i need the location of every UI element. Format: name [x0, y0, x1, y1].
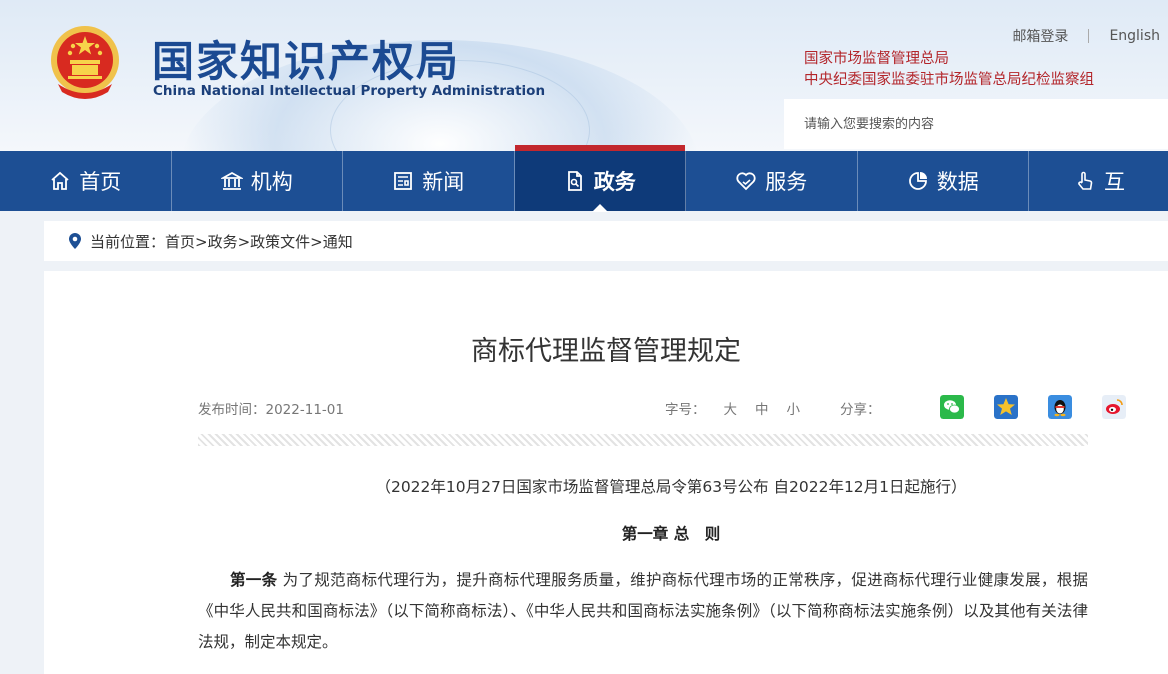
breadcrumb-prefix: 当前位置：: [90, 232, 166, 251]
top-links: 邮箱登录 English: [1012, 26, 1160, 46]
article-title: 商标代理监督管理规定: [471, 336, 741, 367]
font-large-button[interactable]: 大: [724, 402, 738, 418]
site-logo-chinese[interactable]: 国家知识产权局: [152, 28, 460, 89]
search-input[interactable]: [784, 99, 1144, 149]
nav-item-service[interactable]: 服务: [686, 151, 858, 211]
nav-label: 服务: [765, 170, 808, 194]
breadcrumb-path[interactable]: 首页>政务>政策文件>通知: [165, 231, 353, 252]
english-link[interactable]: English: [1109, 28, 1160, 44]
top-links-divider: [1088, 29, 1090, 43]
site-header: 国家知识产权局 China National Intellectual Prop…: [0, 0, 1168, 151]
article-content: 商标代理监督管理规定 发布时间：2022-11-01 字号： 大 中 小 分享： （2…: [44, 271, 1168, 674]
nav-item-institution[interactable]: 机构: [172, 151, 343, 211]
search-box: [784, 99, 1168, 149]
location-pin-icon: [69, 233, 81, 249]
nav-label: 互: [1104, 170, 1125, 194]
breadcrumb: 当前位置： 首页>政务>政策文件>通知: [44, 221, 1168, 261]
home-icon: [51, 171, 69, 190]
chapter-heading: 第一章 总 则: [621, 525, 721, 543]
main-nav: 首页 机构 新闻 政务 服务 数据 互: [0, 145, 1168, 212]
font-size-label: 字号：: [665, 402, 706, 418]
qq-penguin-icon[interactable]: [1048, 395, 1072, 419]
admin-line-2: 中央纪委国家监委驻市场监管总局纪检监察组: [804, 72, 1094, 88]
weibo-icon[interactable]: [1102, 395, 1126, 419]
site-logo-english[interactable]: China National Intellectual Property Adm…: [153, 83, 545, 99]
nav-label: 新闻: [422, 170, 465, 194]
nav-label: 机构: [250, 170, 293, 194]
nav-item-interaction[interactable]: 互: [1029, 151, 1168, 211]
wechat-icon[interactable]: [940, 395, 964, 419]
article-clause-label: 第一条: [230, 571, 278, 589]
news-icon: [394, 172, 413, 190]
article-paragraph: 第一条 为了规范商标代理行为，提升商标代理服务质量，维护商标代理市场的正常秩序，…: [198, 565, 1088, 658]
nav-item-data[interactable]: 数据: [858, 151, 1029, 211]
institution-icon: [220, 171, 243, 190]
font-medium-button[interactable]: 中: [755, 402, 769, 418]
admin-line-1: 国家市场监督管理总局: [804, 51, 949, 67]
nav-label: 数据: [936, 170, 979, 194]
article-clause-text: 为了规范商标代理行为，提升商标代理服务质量，维护商标代理市场的正常秩序，促进商标…: [198, 571, 1088, 651]
article-subtitle: （2022年10月27日国家市场监督管理总局令第63号公布 自2022年12月1…: [375, 478, 967, 496]
font-size-control: 字号： 大 中 小: [665, 398, 800, 418]
nav-item-government-affairs[interactable]: 政务: [514, 145, 686, 212]
nav-label: 政务: [593, 170, 636, 194]
mail-login-link[interactable]: 邮箱登录: [1012, 26, 1068, 46]
administration-info: 国家市场监督管理总局 中央纪委国家监委驻市场监管总局纪检监察组: [804, 49, 1094, 91]
font-small-button[interactable]: 小: [787, 402, 801, 418]
article-meta: 发布时间：2022-11-01 字号： 大 中 小 分享：: [198, 395, 1126, 419]
qzone-star-icon[interactable]: [994, 395, 1018, 419]
document-icon: [567, 171, 582, 191]
share-label: 分享：: [840, 402, 881, 418]
national-emblem-icon[interactable]: [48, 24, 122, 102]
hand-pointer-icon: [1078, 171, 1093, 190]
nav-label: 首页: [79, 170, 122, 194]
nav-item-home[interactable]: 首页: [0, 151, 172, 211]
publish-time: 发布时间：2022-11-01: [198, 402, 344, 418]
heart-service-icon: [736, 172, 756, 191]
nav-item-news[interactable]: 新闻: [343, 151, 515, 211]
meta-divider: [198, 434, 1088, 446]
pie-chart-icon: [908, 172, 927, 190]
